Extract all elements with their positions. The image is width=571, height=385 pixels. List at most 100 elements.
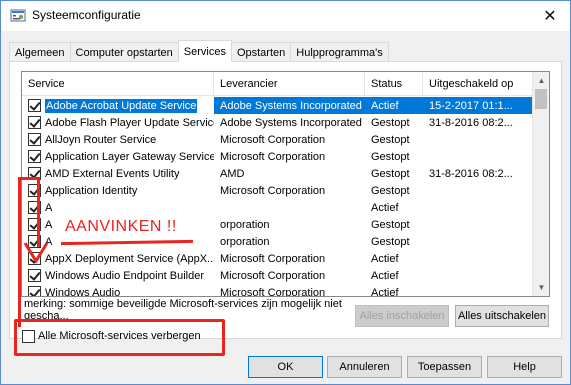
service-vendor: Microsoft Corporation <box>220 269 326 282</box>
service-name-cell: Application Identity <box>22 182 214 199</box>
column-header-disabled-on[interactable]: Uitgeschakeld op <box>423 72 534 96</box>
service-name: Application Layer Gateway Service <box>45 150 214 163</box>
service-row[interactable]: AppX Deployment Service (AppX... Microsof… <box>22 250 534 267</box>
service-row[interactable]: Aorporation Gestopt <box>22 233 534 250</box>
service-checkbox[interactable] <box>28 286 41 296</box>
service-row[interactable]: AMD External Events Utility AMD Gestopt 31-… <box>22 165 534 182</box>
service-vendor: AMD <box>220 167 245 180</box>
service-status: Gestopt <box>371 184 410 197</box>
service-checkbox[interactable] <box>28 269 41 282</box>
service-disabled-on <box>423 199 534 216</box>
service-disabled-on <box>423 148 534 165</box>
service-vendor: Microsoft Corporation <box>220 252 326 265</box>
service-row[interactable]: Application Identity Microsoft Corporatio… <box>22 182 534 199</box>
service-vendor <box>214 199 365 216</box>
service-name-cell: AMD External Events Utility <box>22 165 214 182</box>
disable-all-button[interactable]: Alles uitschakelen <box>455 305 549 327</box>
service-row[interactable]: Adobe Flash Player Update Service Adobe S… <box>22 114 534 131</box>
service-vendor: Microsoft Corporation <box>220 184 326 197</box>
cancel-button[interactable]: Annuleren <box>327 356 402 378</box>
service-status: Gestopt <box>371 218 410 231</box>
tab-algemeen[interactable]: Algemeen <box>9 42 71 62</box>
service-vendor: Adobe Systems Incorporated <box>214 97 365 114</box>
column-header-service[interactable]: Service <box>22 72 214 96</box>
service-disabled-on: 31-8-2016 08:2... <box>429 167 513 180</box>
service-row[interactable]: Application Layer Gateway Service Microso… <box>22 148 534 165</box>
service-disabled-on: 15-2-2017 01:1... <box>423 97 534 114</box>
service-checkbox[interactable] <box>28 235 41 248</box>
service-vendor: orporation <box>220 235 270 248</box>
services-list[interactable]: Service Leverancier Status Uitgeschakeld… <box>21 71 550 297</box>
service-name-cell: Adobe Acrobat Update Service <box>22 97 214 114</box>
title-bar: Systeemconfiguratie ✕ <box>1 1 570 31</box>
services-note: merking: sommige beveiligde Microsoft-se… <box>24 298 342 322</box>
service-name: Adobe Flash Player Update Service <box>45 116 214 129</box>
service-disabled-on: 31-8-2016 08:2... <box>429 116 513 129</box>
service-checkbox[interactable] <box>28 201 41 214</box>
service-row[interactable]: AllJoyn Router Service Microsoft Corporat… <box>22 131 534 148</box>
service-name-cell: AllJoyn Router Service <box>22 131 214 148</box>
system-config-window: Systeemconfiguratie ✕ Algemeen Computer … <box>0 0 571 385</box>
service-name-cell: A <box>22 233 214 250</box>
service-vendor: Adobe Systems Incorporated <box>220 116 362 129</box>
column-header-vendor[interactable]: Leverancier <box>214 72 365 96</box>
hide-ms-checkbox[interactable] <box>22 329 35 343</box>
tab-computer-opstarten[interactable]: Computer opstarten <box>69 42 179 62</box>
service-status: Gestopt <box>371 235 410 248</box>
service-name: A <box>45 235 53 248</box>
service-status: Actief <box>365 97 423 114</box>
service-disabled-on <box>423 267 534 284</box>
service-name-cell: Adobe Flash Player Update Service <box>22 114 214 131</box>
service-row[interactable]: Adobe Acrobat Update Service Adobe System… <box>22 97 534 114</box>
service-status: Gestopt <box>371 133 410 146</box>
tab-hulpprogrammas[interactable]: Hulpprogramma's <box>290 42 389 62</box>
tab-services[interactable]: Services <box>177 40 232 62</box>
service-checkbox[interactable] <box>28 218 41 231</box>
hide-microsoft-services[interactable]: Alle Microsoft-services verbergen <box>22 329 201 343</box>
service-checkbox[interactable] <box>28 167 41 180</box>
service-disabled-on <box>423 284 534 296</box>
tab-strip: Algemeen Computer opstarten Services Ops… <box>9 40 389 62</box>
service-row[interactable]: Windows Audio Endpoint Builder Microsoft … <box>22 267 534 284</box>
system-config-icon <box>10 9 26 22</box>
service-vendor: orporation <box>220 218 270 231</box>
vertical-scrollbar[interactable]: ▲ ▼ <box>532 72 549 296</box>
apply-button[interactable]: Toepassen <box>407 356 482 378</box>
close-icon[interactable]: ✕ <box>538 5 562 27</box>
service-name: Adobe Acrobat Update Service <box>45 98 198 113</box>
enable-all-button[interactable]: Alles inschakelen <box>355 305 449 327</box>
ok-button[interactable]: OK <box>248 356 323 378</box>
service-checkbox[interactable] <box>28 133 41 146</box>
service-name: AMD External Events Utility <box>45 167 180 180</box>
service-vendor: Microsoft Corporation <box>220 286 326 297</box>
service-checkbox[interactable] <box>28 116 41 129</box>
column-header-status[interactable]: Status <box>365 72 423 96</box>
service-name: A <box>45 201 53 214</box>
service-name-cell: Windows Audio Endpoint Builder <box>22 267 214 284</box>
service-checkbox[interactable] <box>28 99 41 112</box>
service-row[interactable]: A Actief <box>22 199 534 216</box>
scroll-down-icon[interactable]: ▼ <box>533 279 549 296</box>
service-disabled-on <box>423 250 534 267</box>
hide-ms-label: Alle Microsoft-services verbergen <box>38 330 201 342</box>
service-name-cell: Windows Audio <box>22 284 214 296</box>
service-checkbox[interactable] <box>28 150 41 163</box>
service-status: Actief <box>371 269 399 282</box>
service-checkbox[interactable] <box>28 184 41 197</box>
scroll-thumb[interactable] <box>535 89 547 109</box>
service-status: Gestopt <box>371 167 410 180</box>
service-name: A <box>45 218 53 231</box>
service-checkbox[interactable] <box>28 252 41 265</box>
service-status: Actief <box>371 252 399 265</box>
service-name-cell: AppX Deployment Service (AppX... <box>22 250 214 267</box>
tab-opstarten[interactable]: Opstarten <box>230 42 292 62</box>
service-name: AllJoyn Router Service <box>45 133 157 146</box>
service-name: Application Identity <box>45 184 138 197</box>
help-button[interactable]: Help <box>487 356 562 378</box>
service-name-cell: A <box>22 216 214 233</box>
service-rows: Adobe Acrobat Update Service Adobe System… <box>22 97 534 297</box>
service-row[interactable]: Aorporation Gestopt <box>22 216 534 233</box>
scroll-up-icon[interactable]: ▲ <box>533 72 549 89</box>
window-title: Systeemconfiguratie <box>32 8 141 22</box>
service-row[interactable]: Windows Audio Microsoft Corporation Actief <box>22 284 534 297</box>
